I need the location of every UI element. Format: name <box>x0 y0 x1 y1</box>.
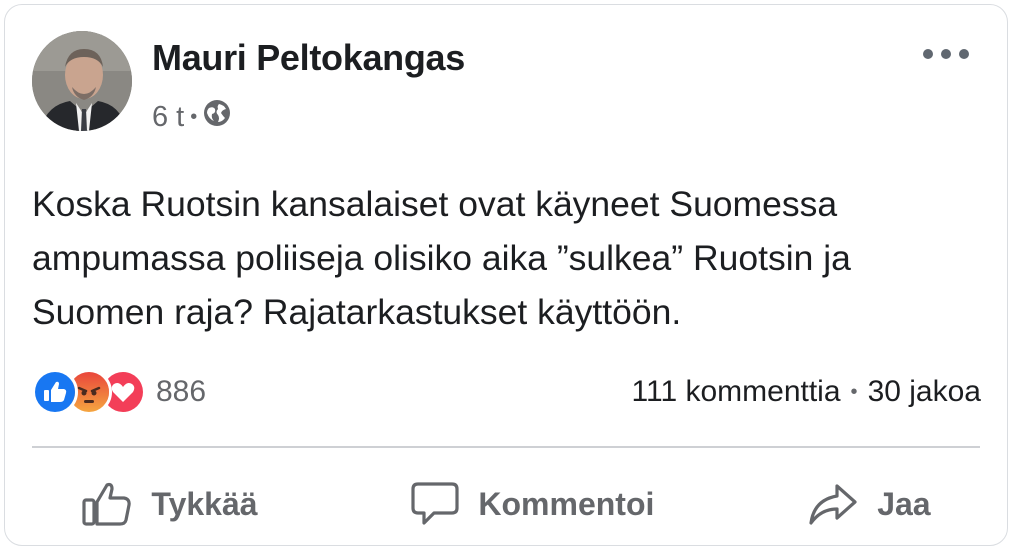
avatar-photo <box>32 31 132 131</box>
post-time[interactable]: 6 t <box>152 101 184 134</box>
author-name[interactable]: Mauri Peltokangas <box>152 37 465 79</box>
divider <box>32 446 980 448</box>
shares-count-link[interactable]: 30 jakoa <box>868 375 981 409</box>
post-stats: 111 kommenttia • 30 jakoa <box>632 369 981 415</box>
share-label: Jaa <box>877 485 931 522</box>
like-button[interactable]: Tykkää <box>51 474 287 534</box>
more-options-icon[interactable] <box>923 39 969 69</box>
share-button[interactable]: Jaa <box>777 474 960 534</box>
like-label: Tykkää <box>151 485 258 522</box>
globe-icon <box>203 99 231 135</box>
thumbs-up-icon <box>82 482 132 526</box>
comment-button[interactable]: Kommentoi <box>380 474 684 534</box>
reactions-summary[interactable]: 886 <box>32 367 206 417</box>
reaction-count: 886 <box>156 375 207 408</box>
avatar[interactable] <box>32 31 132 131</box>
post-meta: 6 t • <box>152 99 231 135</box>
stats-separator: • <box>850 380 858 403</box>
like-icon <box>32 369 78 415</box>
meta-separator: • <box>190 105 198 128</box>
post-card: Mauri Peltokangas 6 t • Koska Ruotsin ka… <box>4 4 1008 546</box>
action-bar: Tykkää Kommentoi Jaa <box>5 465 1007 543</box>
post-text: Koska Ruotsin kansalaiset ovat käyneet S… <box>32 184 851 332</box>
comments-count-link[interactable]: 111 kommenttia <box>632 375 841 409</box>
comment-bubble-icon <box>411 482 459 525</box>
share-arrow-icon <box>809 484 857 525</box>
comment-label: Kommentoi <box>478 485 655 522</box>
